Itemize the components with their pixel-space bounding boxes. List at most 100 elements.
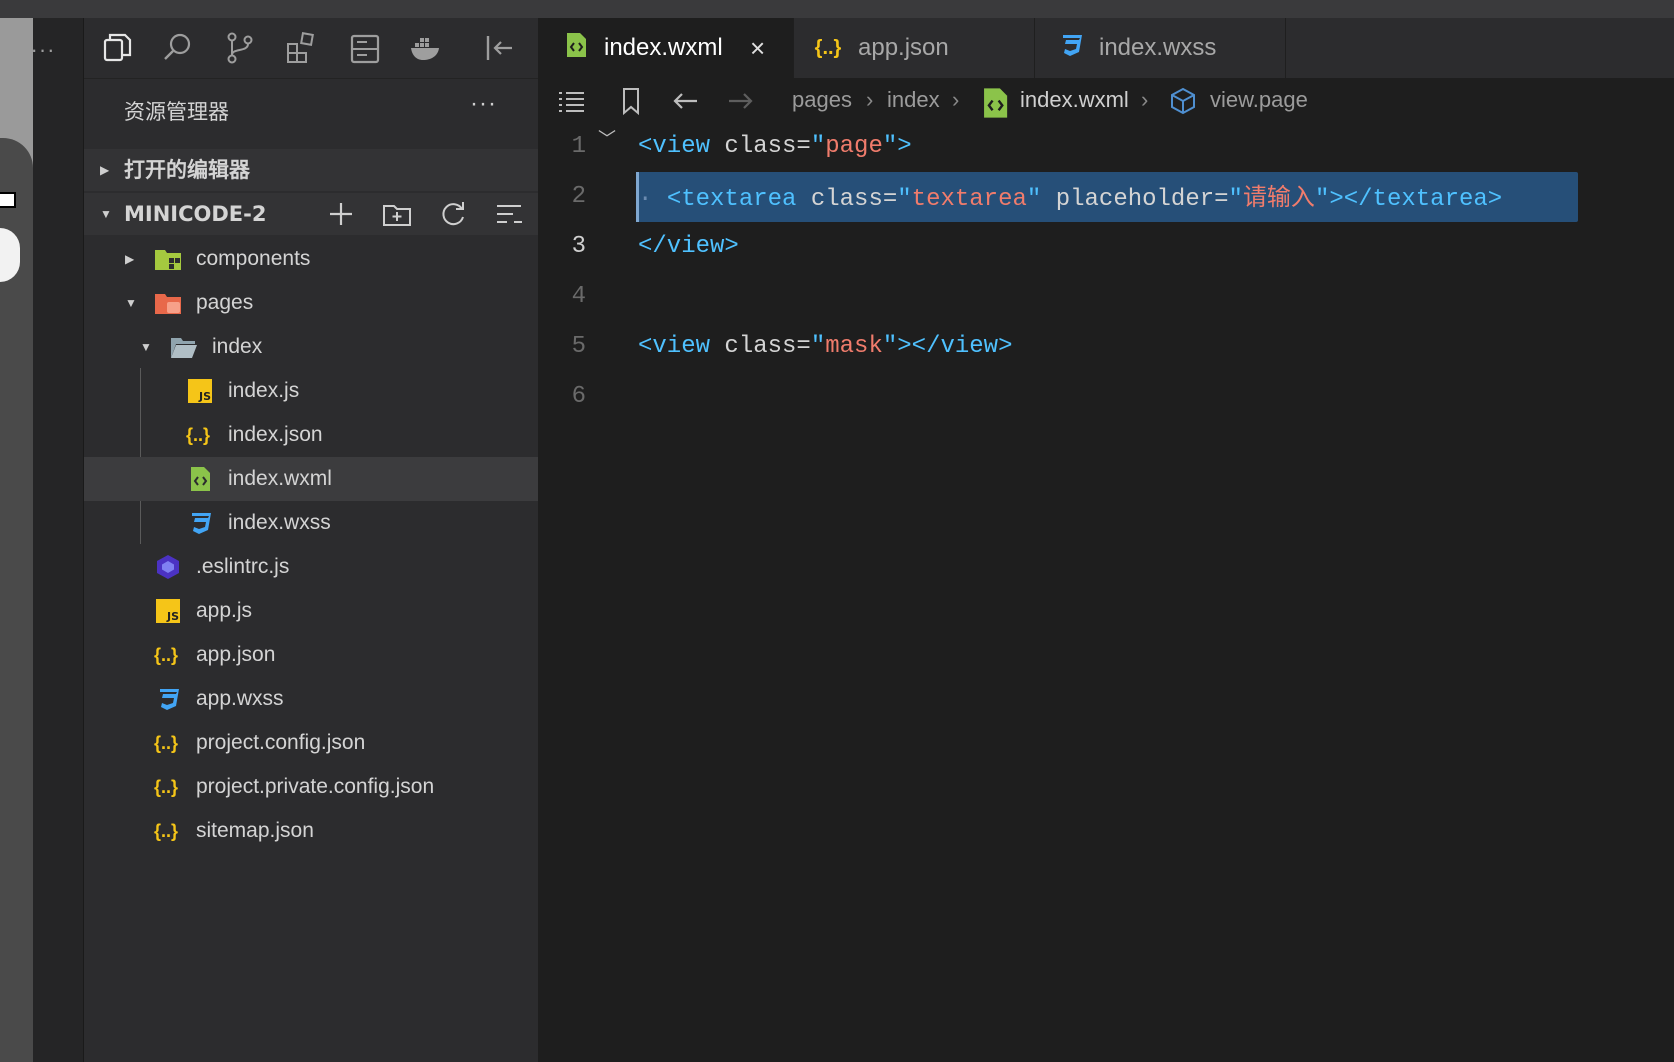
tree-item-label: sitemap.json	[196, 819, 314, 842]
breadcrumb-file[interactable]: index.wxml	[1020, 78, 1129, 122]
open-editors-label: 打开的编辑器	[124, 158, 250, 182]
cube-symbol-icon	[1166, 84, 1200, 118]
tree-item-app-js[interactable]: JS app.js	[84, 589, 538, 633]
tree-item-label: app.wxss	[196, 687, 284, 710]
breadcrumb-index[interactable]: index	[887, 78, 940, 122]
tree-item-components[interactable]: ▶ components	[84, 237, 538, 281]
tab-index-wxml[interactable]: index.wxml ×	[538, 18, 794, 78]
tree-item-label: index.wxss	[228, 511, 331, 534]
json-file-icon: {..}	[153, 733, 178, 753]
wxss-file-icon	[154, 686, 182, 712]
folder-pages-icon	[154, 290, 182, 316]
svg-text:JS: JS	[198, 390, 211, 403]
editor-tab-bar: index.wxml × {..} app.json index.wxss	[538, 18, 1674, 78]
tree-item-index-wxss[interactable]: index.wxss	[84, 501, 538, 545]
tree-item-label: index.wxml	[228, 467, 332, 490]
tab-label: index.wxml	[604, 34, 723, 61]
line-number: 6	[571, 383, 586, 410]
tree-item-eslintrc[interactable]: .eslintrc.js	[84, 545, 538, 589]
tree-item-label: index.js	[228, 379, 300, 402]
tab-app-json[interactable]: {..} app.json	[794, 18, 1035, 78]
explorer-more-icon[interactable]: ···	[470, 90, 497, 118]
folder-open-icon	[170, 334, 198, 360]
json-file-icon: {..}	[185, 425, 210, 445]
tree-item-app-json[interactable]: {..} app.json	[84, 633, 538, 677]
tab-label: index.wxss	[1099, 34, 1217, 61]
tree-item-label: project.config.json	[196, 731, 366, 754]
json-file-icon: {..}	[814, 37, 842, 59]
fold-chevron-down-icon[interactable]: ﹀	[598, 125, 616, 151]
wxml-file-icon	[560, 32, 592, 64]
tree-item-label: index	[212, 335, 263, 358]
tree-item-label: .eslintrc.js	[196, 555, 290, 578]
tree-item-project-config[interactable]: {..} project.config.json	[84, 721, 538, 765]
wxml-file-icon	[978, 86, 1012, 120]
line-number: 5	[571, 333, 586, 360]
new-file-icon[interactable]	[324, 197, 358, 231]
code-line-1[interactable]: <view class="page">	[638, 122, 912, 172]
battery-icon	[0, 192, 16, 208]
code-line-5[interactable]: <view class="mask"></view>	[638, 322, 1012, 372]
bookmark-icon[interactable]	[614, 84, 648, 118]
tree-item-label: project.private.config.json	[196, 775, 435, 798]
tree-item-project-private-config[interactable]: {..} project.private.config.json	[84, 765, 538, 809]
close-icon[interactable]: ×	[750, 18, 765, 78]
tree-item-app-wxss[interactable]: app.wxss	[84, 677, 538, 721]
tree-item-label: index.json	[228, 423, 323, 446]
panel-divider-band	[33, 18, 84, 1062]
outline-list-icon[interactable]	[554, 84, 588, 118]
simulator-edge	[0, 18, 33, 1062]
code-line-3[interactable]: </view>	[638, 222, 739, 272]
new-folder-icon[interactable]	[380, 197, 414, 231]
json-file-icon: {..}	[153, 777, 178, 797]
refresh-icon[interactable]	[436, 197, 470, 231]
back-arrow-icon[interactable]	[668, 84, 702, 118]
breadcrumb-symbol[interactable]: view.page	[1210, 78, 1308, 122]
js-file-icon: JS	[186, 378, 214, 404]
tree-item-label: app.js	[196, 599, 253, 622]
wxss-file-icon	[1055, 32, 1087, 64]
line-number: 4	[571, 283, 586, 310]
more-actions-icon[interactable]: ···	[28, 35, 58, 65]
storage-icon[interactable]	[344, 28, 384, 68]
tab-index-wxss[interactable]: index.wxss	[1035, 18, 1286, 78]
collapse-all-icon[interactable]	[492, 197, 526, 231]
breadcrumb-pages[interactable]: pages	[792, 78, 852, 122]
collapse-panel-icon[interactable]	[478, 28, 518, 68]
extensions-icon[interactable]	[282, 28, 322, 68]
code-line-2[interactable]: · <textarea class="textarea" placeholder…	[638, 172, 1502, 225]
source-control-icon[interactable]	[220, 28, 260, 68]
svg-text:JS: JS	[166, 610, 179, 623]
explorer-title: 资源管理器	[124, 100, 229, 124]
line-number: 2	[571, 183, 586, 210]
wxss-file-icon	[186, 510, 214, 536]
breadcrumb-separator: ›	[952, 87, 960, 112]
project-label: MINICODE-2	[124, 202, 267, 226]
tree-item-label: app.json	[196, 643, 276, 666]
tree-item-index-wxml[interactable]: index.wxml	[84, 457, 538, 501]
chevron-right-icon: ▶	[125, 252, 135, 266]
tree-item-sitemap[interactable]: {..} sitemap.json	[84, 809, 538, 853]
tree-item-index-json[interactable]: {..} index.json	[84, 413, 538, 457]
tree-item-label: components	[196, 247, 311, 270]
project-section[interactable]: ▼ MINICODE-2	[84, 193, 538, 235]
search-icon[interactable]	[158, 28, 198, 68]
tree-item-index-js[interactable]: JS index.js	[84, 369, 538, 413]
activity-bar	[84, 18, 538, 79]
breadcrumb-separator: ›	[1141, 87, 1149, 112]
forward-arrow-icon[interactable]	[724, 84, 758, 118]
tree-item-pages[interactable]: ▼ pages	[84, 281, 538, 325]
open-editors-section[interactable]: ▶ 打开的编辑器	[84, 149, 538, 191]
line-number-current: 3	[571, 233, 586, 260]
json-file-icon: {..}	[153, 821, 178, 841]
tree-item-label: pages	[196, 291, 254, 314]
files-icon[interactable]	[96, 28, 136, 68]
chevron-down-icon: ▼	[100, 207, 112, 221]
breadcrumb: pages › index › index.wxml › view.page	[538, 78, 1674, 122]
chevron-down-icon: ▼	[125, 296, 137, 310]
tree-item-index-folder[interactable]: ▼ index	[84, 325, 538, 369]
docker-icon[interactable]	[406, 28, 446, 68]
breadcrumb-separator: ›	[866, 87, 874, 112]
chevron-right-icon: ▶	[100, 163, 110, 177]
folder-components-icon	[154, 246, 182, 272]
